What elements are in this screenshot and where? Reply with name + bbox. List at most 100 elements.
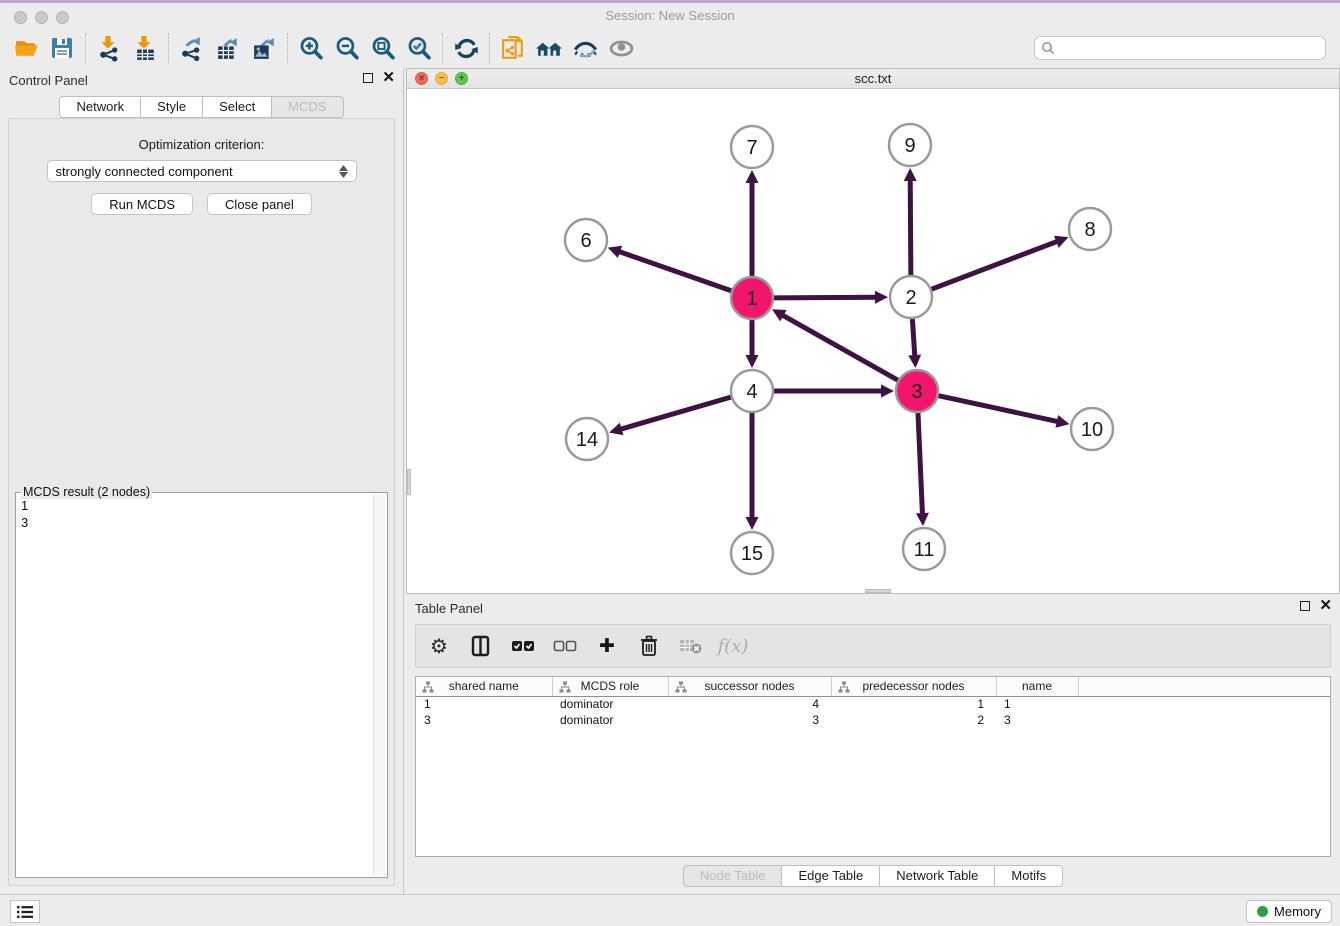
table-cell[interactable]: 2 <box>831 712 996 728</box>
save-session-button[interactable] <box>44 31 80 65</box>
table-cell[interactable]: 1 <box>416 696 552 712</box>
graph-edge-1-2[interactable] <box>774 297 877 298</box>
graph-edge-arrow <box>608 246 622 258</box>
function-builder-button[interactable]: f(x) <box>720 633 746 659</box>
tab-mcds[interactable]: MCDS <box>271 96 343 118</box>
network-view-window: × − + scc.txt 7968124314101511 <box>406 68 1340 594</box>
network-graph[interactable]: 7968124314101511 <box>407 89 1339 593</box>
graph-edge-arrow <box>908 355 921 368</box>
tab-node-table[interactable]: Node Table <box>683 865 783 887</box>
table-panel-title: Table Panel <box>415 601 483 616</box>
trash-icon <box>639 635 659 657</box>
graph-edge-3-10[interactable] <box>938 396 1058 422</box>
zoom-selected-button[interactable] <box>401 31 437 65</box>
canvas-splitter-bottom[interactable] <box>865 589 891 593</box>
import-table-button[interactable] <box>127 31 163 65</box>
float-panel-icon[interactable] <box>1300 601 1310 611</box>
show-all-button[interactable] <box>603 31 639 65</box>
graph-node-label: 8 <box>1084 219 1095 241</box>
close-panel-icon[interactable]: ✕ <box>382 72 395 84</box>
tab-network-table[interactable]: Network Table <box>879 865 995 887</box>
import-network-button[interactable] <box>91 31 127 65</box>
search-box[interactable] <box>1034 36 1326 60</box>
deselect-all-rows-button[interactable] <box>552 633 578 659</box>
titlebar: Session: New Session <box>0 3 1340 28</box>
app-window: Session: New Session <box>0 0 1340 926</box>
table-cell[interactable]: 4 <box>668 696 831 712</box>
tab-style[interactable]: Style <box>140 96 203 118</box>
mcds-result-text[interactable]: 1 3 <box>18 495 373 875</box>
graph-node-label: 3 <box>911 381 922 403</box>
table-row[interactable]: 1dominator411 <box>416 696 1330 712</box>
table-cell[interactable]: 3 <box>668 712 831 728</box>
export-network-icon <box>179 35 206 62</box>
graph-edge-arrow <box>904 168 917 181</box>
main-toolbar <box>0 28 1340 68</box>
export-image-button[interactable] <box>246 31 282 65</box>
hide-eye-icon <box>572 35 599 62</box>
table-cell[interactable]: dominator <box>552 696 668 712</box>
tab-edge-table[interactable]: Edge Table <box>781 865 880 887</box>
zoom-out-button[interactable] <box>329 31 365 65</box>
hide-selected-button[interactable] <box>567 31 603 65</box>
table-cell[interactable]: dominator <box>552 712 668 728</box>
task-history-button[interactable] <box>10 900 40 923</box>
graph-edge-3-1[interactable] <box>782 315 898 381</box>
show-columns-button[interactable] <box>468 633 494 659</box>
table-cell[interactable]: 3 <box>416 712 552 728</box>
graph-node-label: 1 <box>746 288 757 310</box>
table-options-button[interactable]: ⚙ <box>426 633 452 659</box>
tab-motifs[interactable]: Motifs <box>994 865 1063 887</box>
export-table-button[interactable] <box>210 31 246 65</box>
shared-column-icon <box>559 681 571 693</box>
select-all-rows-button[interactable] <box>510 633 536 659</box>
houses-icon <box>535 35 564 62</box>
zoom-in-button[interactable] <box>293 31 329 65</box>
column-header-shared-name[interactable]: shared name <box>416 677 552 696</box>
run-mcds-button[interactable]: Run MCDS <box>91 193 193 215</box>
table-cell[interactable]: 1 <box>831 696 996 712</box>
graph-node-label: 6 <box>580 230 591 252</box>
new-network-from-selection-button[interactable] <box>495 31 531 65</box>
graph-edge-2-9[interactable] <box>910 179 911 275</box>
graph-edge-2-3[interactable] <box>912 319 914 357</box>
search-input[interactable] <box>1055 41 1319 56</box>
close-panel-icon[interactable]: ✕ <box>1319 600 1332 612</box>
create-column-button[interactable]: ✚ <box>594 633 620 659</box>
export-network-button[interactable] <box>174 31 210 65</box>
shared-column-icon <box>675 681 687 693</box>
criterion-select[interactable]: strongly connected component <box>47 160 357 182</box>
first-neighbors-button[interactable] <box>531 31 567 65</box>
graph-node-label: 2 <box>905 287 916 309</box>
apply-layout-button[interactable] <box>448 31 484 65</box>
graph-edge-2-8[interactable] <box>932 241 1059 289</box>
column-header-mcds-role[interactable]: MCDS role <box>552 677 668 696</box>
chevron-updown-icon <box>339 165 348 178</box>
delete-table-button[interactable] <box>678 633 704 659</box>
table-cell[interactable]: 3 <box>996 712 1078 728</box>
table-cell-filler <box>1078 712 1330 728</box>
tab-select[interactable]: Select <box>202 96 272 118</box>
result-scrollbar[interactable] <box>373 495 385 875</box>
tab-network[interactable]: Network <box>59 96 141 118</box>
graph-node-label: 9 <box>904 135 915 157</box>
graph-edge-4-14[interactable] <box>620 397 731 429</box>
status-bar: Memory <box>0 894 1340 926</box>
float-panel-icon[interactable] <box>363 73 373 83</box>
close-panel-button[interactable]: Close panel <box>207 193 312 215</box>
network-canvas[interactable]: 7968124314101511 <box>407 89 1339 593</box>
toolbar-separator <box>168 33 169 63</box>
memory-button[interactable]: Memory <box>1246 900 1332 923</box>
column-header-name[interactable]: name <box>996 677 1078 696</box>
column-header-predecessor-nodes[interactable]: predecessor nodes <box>831 677 996 696</box>
zoom-fit-button[interactable] <box>365 31 401 65</box>
table-cell[interactable]: 1 <box>996 696 1078 712</box>
graph-edge-3-11[interactable] <box>918 413 923 515</box>
column-header-successor-nodes[interactable]: successor nodes <box>668 677 831 696</box>
canvas-splitter-left[interactable] <box>407 469 411 495</box>
open-session-button[interactable] <box>8 31 44 65</box>
delete-columns-button[interactable] <box>636 633 662 659</box>
graph-edge-arrow <box>609 423 623 435</box>
graph-edge-1-6[interactable] <box>618 251 731 291</box>
table-row[interactable]: 3dominator323 <box>416 712 1330 728</box>
